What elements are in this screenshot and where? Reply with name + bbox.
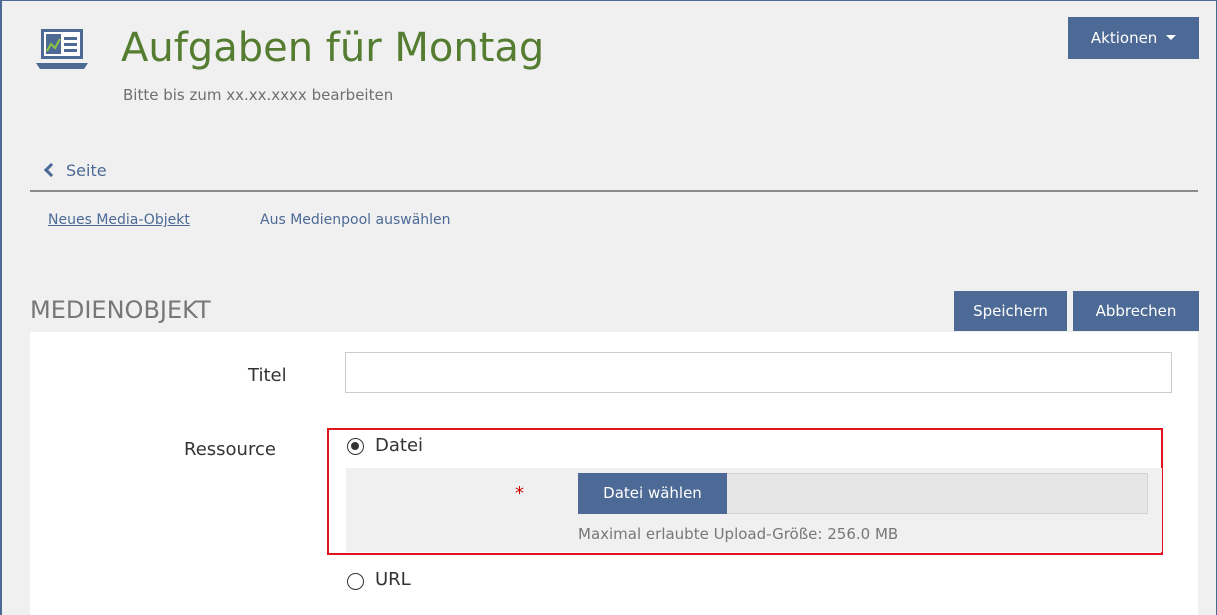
back-link[interactable]: Seite (42, 159, 107, 183)
cancel-button[interactable]: Abbrechen (1073, 291, 1199, 331)
page-title: Aufgaben für Montag (121, 25, 545, 71)
save-button[interactable]: Speichern (954, 291, 1067, 331)
radio-file[interactable] (347, 438, 364, 455)
resource-label: Ressource (184, 439, 276, 460)
title-label: Titel (248, 365, 287, 386)
caret-down-icon (1166, 35, 1177, 40)
divider (30, 190, 1198, 192)
radio-file-label[interactable]: Datei (375, 434, 423, 458)
page-subtitle: Bitte bis zum xx.xx.xxxx bearbeiten (123, 86, 394, 104)
title-input[interactable] (345, 352, 1172, 393)
upload-size-hint: Maximal erlaubte Upload-Größe: 256.0 MB (578, 525, 899, 543)
presentation-board-icon (36, 29, 88, 69)
radio-url[interactable] (347, 573, 364, 590)
chevron-left-icon (43, 162, 59, 178)
back-link-label: Seite (66, 161, 107, 180)
radio-url-label[interactable]: URL (375, 568, 411, 592)
choose-file-button[interactable]: Datei wählen (578, 473, 727, 514)
tab-select-from-media-pool[interactable]: Aus Medienpool auswählen (260, 209, 451, 231)
actions-button-label: Aktionen (1090, 29, 1158, 47)
tab-new-media-object[interactable]: Neues Media-Objekt (48, 209, 190, 231)
actions-dropdown-button[interactable]: Aktionen (1068, 17, 1199, 59)
section-title: MEDIENOBJEKT (30, 296, 211, 324)
page: Aufgaben für Montag Bitte bis zum xx.xx.… (0, 0, 1217, 615)
required-marker: * (515, 483, 524, 504)
